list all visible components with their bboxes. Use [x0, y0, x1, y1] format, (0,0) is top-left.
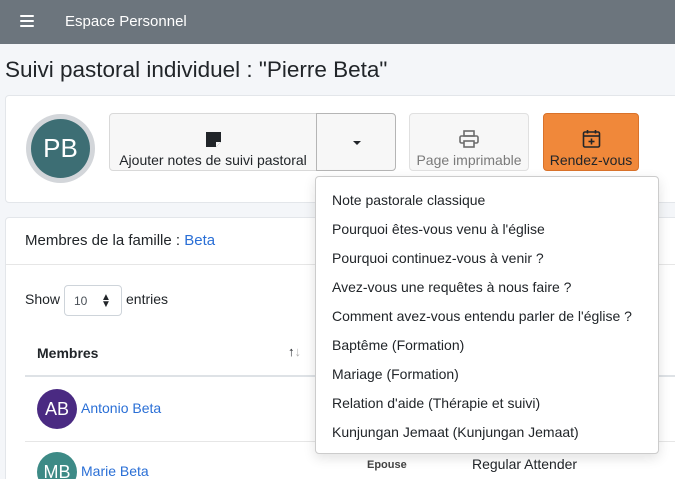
sticky-note-icon	[205, 131, 222, 153]
show-label: Show	[25, 291, 61, 307]
dropdown-item-counseling[interactable]: Relation d'aide (Thérapie et suivi)	[316, 389, 658, 418]
note-type-dropdown-toggle[interactable]	[316, 113, 396, 171]
member-name-link[interactable]: Antonio Beta	[81, 400, 161, 416]
dropdown-item-why-continue[interactable]: Pourquoi continuez-vous à venir ?	[316, 244, 658, 273]
sort-icon[interactable]: ↑↓	[288, 344, 301, 359]
member-name-link[interactable]: Marie Beta	[81, 463, 149, 479]
dropdown-item-how-heard[interactable]: Comment avez-vous entendu parler de l'ég…	[316, 302, 658, 331]
dropdown-item-marriage[interactable]: Mariage (Formation)	[316, 360, 658, 389]
select-arrows-icon: ▲ ▼	[101, 292, 111, 310]
column-header-members[interactable]: Membres	[37, 345, 98, 361]
add-pastoral-note-button[interactable]: Ajouter notes de suivi pastoral	[109, 113, 317, 171]
dropdown-item-baptism[interactable]: Baptême (Formation)	[316, 331, 658, 360]
appointment-label: Rendez-vous	[549, 152, 633, 168]
entries-value: 10	[74, 294, 88, 308]
add-pastoral-note-label: Ajouter notes de suivi pastoral	[119, 152, 307, 168]
dropdown-item-classic-note[interactable]: Note pastorale classique	[316, 186, 658, 215]
calendar-plus-icon	[582, 129, 601, 153]
note-type-dropdown-menu: Note pastorale classique Pourquoi êtes-v…	[315, 176, 659, 454]
dropdown-item-kunjungan[interactable]: Kunjungan Jemaat (Kunjungan Jemaat)	[316, 418, 658, 447]
appointment-button[interactable]: Rendez-vous	[543, 113, 639, 171]
dropdown-item-why-came[interactable]: Pourquoi êtes-vous venu à l'église	[316, 215, 658, 244]
printer-icon	[459, 130, 479, 153]
entries-label: entries	[126, 291, 169, 307]
printable-page-button[interactable]: Page imprimable	[409, 113, 529, 171]
top-navbar: Espace Personnel	[0, 0, 675, 44]
family-title: Membres de la famille : Beta	[25, 232, 215, 249]
hamburger-icon[interactable]	[20, 15, 34, 28]
caret-down-icon	[353, 141, 361, 145]
member-role: Epouse	[367, 459, 407, 471]
avatar: AB	[37, 389, 77, 429]
member-status: Regular Attender	[472, 456, 578, 472]
entries-per-page-select[interactable]: 10 ▲ ▼	[64, 285, 122, 316]
brand-title[interactable]: Espace Personnel	[65, 13, 187, 30]
family-title-prefix: Membres de la famille :	[25, 232, 185, 249]
dropdown-item-requests[interactable]: Avez-vous une requêtes à nous faire ?	[316, 273, 658, 302]
family-name-link[interactable]: Beta	[184, 232, 215, 249]
printable-page-label: Page imprimable	[416, 152, 522, 168]
avatar-initials: PB	[31, 119, 90, 178]
page-title: Suivi pastoral individuel : "Pierre Beta…	[5, 57, 388, 82]
avatar: PB	[26, 114, 95, 183]
